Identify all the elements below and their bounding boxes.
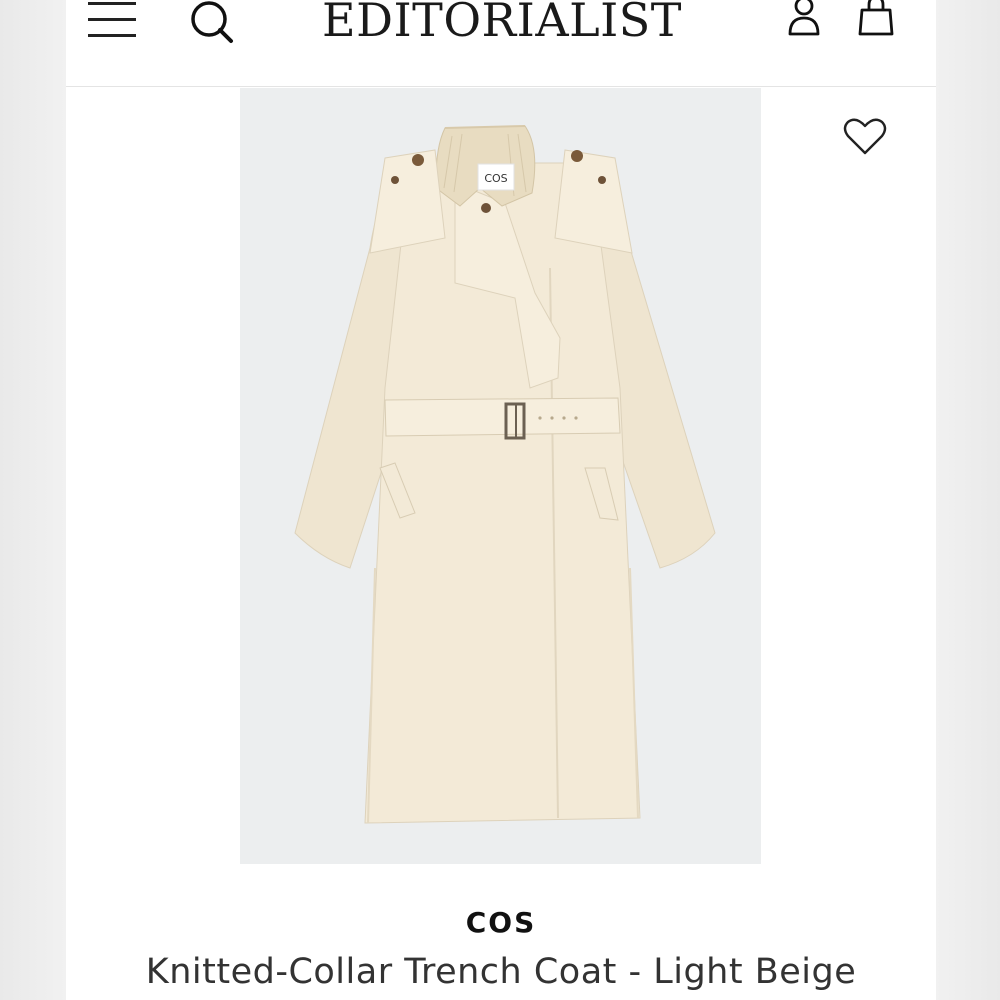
logo-text: EDITORIALIST xyxy=(322,0,682,47)
product-page: EDITORIALIST COS COS Knitted-Collar Tren… xyxy=(66,0,936,1000)
product-brand[interactable]: COS xyxy=(66,906,936,939)
coat-label-tag: COS xyxy=(484,172,507,185)
bag-icon[interactable] xyxy=(858,0,894,38)
site-logo[interactable]: EDITORIALIST xyxy=(302,0,702,50)
account-icon[interactable] xyxy=(786,0,822,38)
menu-icon[interactable] xyxy=(86,0,138,40)
trench-coat-illustration: COS xyxy=(294,125,716,824)
left-backdrop xyxy=(0,0,66,1000)
site-header: EDITORIALIST xyxy=(66,0,936,87)
product-image[interactable]: COS xyxy=(240,88,761,864)
search-icon[interactable] xyxy=(186,0,236,46)
right-backdrop xyxy=(936,0,1000,1000)
wishlist-heart-icon[interactable] xyxy=(842,114,888,160)
product-title[interactable]: Knitted-Collar Trench Coat - Light Beige xyxy=(66,952,936,992)
